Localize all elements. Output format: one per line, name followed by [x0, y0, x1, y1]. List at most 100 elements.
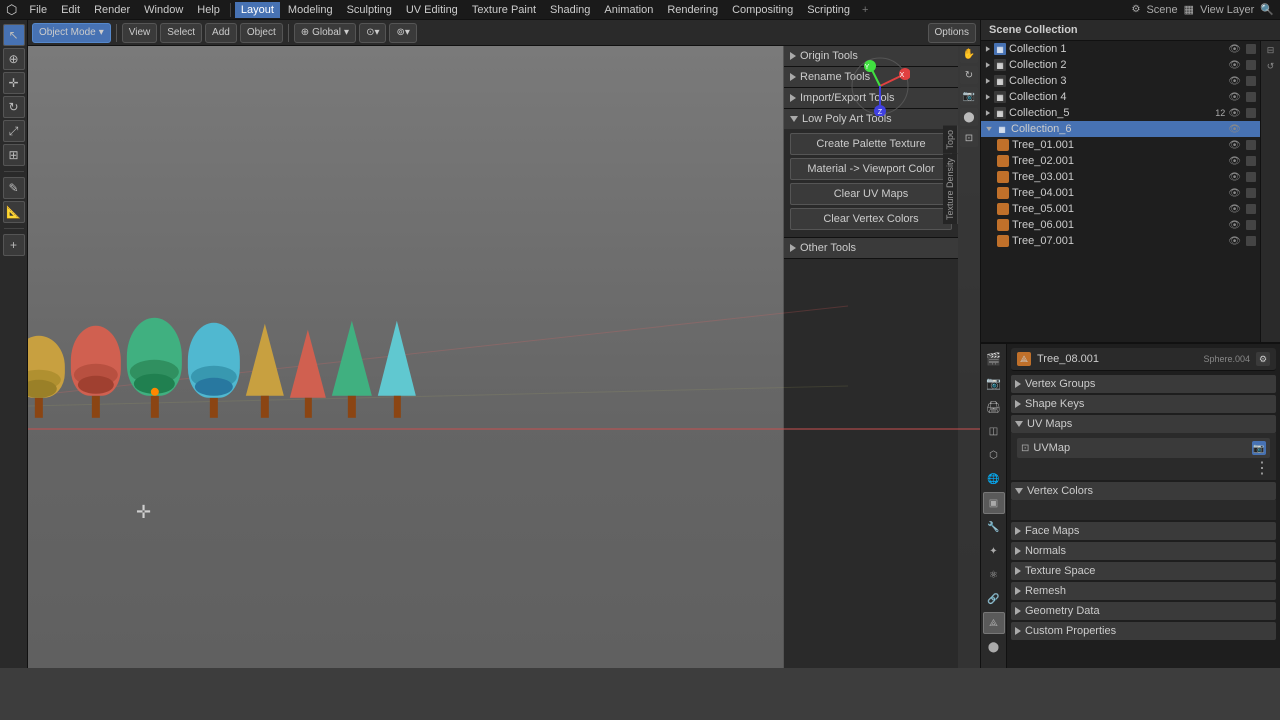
tree-7[interactable]	[127, 318, 182, 418]
menu-help[interactable]: Help	[191, 2, 226, 18]
view-menu[interactable]: View	[122, 23, 158, 43]
remesh-header[interactable]: Remesh	[1011, 582, 1276, 600]
workspace-uv-editing[interactable]: UV Editing	[400, 2, 464, 18]
measure-tool[interactable]: 📐	[3, 201, 25, 223]
tree-01-vis[interactable]: 👁	[1228, 140, 1241, 151]
move-tool[interactable]: ✛	[3, 72, 25, 94]
collection-1-item[interactable]: ▦ Collection 1 👁	[981, 41, 1260, 57]
workspace-texture-paint[interactable]: Texture Paint	[466, 2, 542, 18]
tree-06-vis[interactable]: 👁	[1228, 220, 1241, 231]
workspace-scripting[interactable]: Scripting	[801, 2, 856, 18]
viewport-orbit-btn[interactable]: ↻	[960, 66, 978, 84]
prop-tab-materials[interactable]: ⬤	[983, 636, 1005, 658]
coll-2-check[interactable]	[1246, 60, 1256, 70]
workspace-animation[interactable]: Animation	[598, 2, 659, 18]
coll-filter-btn[interactable]: ⊟	[1265, 43, 1277, 58]
prop-tab-modifiers[interactable]: 🔧	[983, 516, 1005, 538]
collection-6-item[interactable]: ▦ Collection_6 👁	[981, 121, 1260, 137]
cursor-tool[interactable]: ⊕	[3, 48, 25, 70]
tree-01-check[interactable]	[1246, 140, 1256, 150]
tree-07-vis[interactable]: 👁	[1228, 236, 1241, 247]
proportional-edit[interactable]: ⊚▾	[389, 23, 416, 43]
tree-02-check[interactable]	[1246, 156, 1256, 166]
prop-tab-view-layer[interactable]: ◫	[983, 420, 1005, 442]
annotate-tool[interactable]: ✎	[3, 177, 25, 199]
coll-3-check[interactable]	[1246, 76, 1256, 86]
menu-file[interactable]: File	[23, 2, 53, 18]
viewport-overlay-btn[interactable]: ⊡	[960, 129, 978, 147]
uv-maps-header[interactable]: UV Maps	[1011, 415, 1276, 433]
coll-2-vis[interactable]: 👁	[1228, 60, 1241, 71]
obj-settings-btn[interactable]: ⚙	[1256, 352, 1270, 366]
workspace-rendering[interactable]: Rendering	[661, 2, 724, 18]
add-tool[interactable]: +	[3, 234, 25, 256]
prop-tab-world[interactable]: 🌐	[983, 468, 1005, 490]
uv-scroll-up[interactable]: ⋮	[1017, 461, 1270, 477]
viewport-camera-btn[interactable]: 📷	[960, 87, 978, 105]
tree-06-check[interactable]	[1246, 220, 1256, 230]
vertex-colors-header[interactable]: Vertex Colors	[1011, 482, 1276, 500]
prop-tab-particles[interactable]: ✦	[983, 540, 1005, 562]
coll-5-vis[interactable]: 👁	[1228, 108, 1241, 119]
coll-3-vis[interactable]: 👁	[1228, 76, 1241, 87]
object-mode-select[interactable]: Object Mode ▾	[32, 23, 111, 43]
prop-tab-scene2[interactable]: ⬡	[983, 444, 1005, 466]
tree-04-vis[interactable]: 👁	[1228, 188, 1241, 199]
shape-keys-header[interactable]: Shape Keys	[1011, 395, 1276, 413]
workspace-modeling[interactable]: Modeling	[282, 2, 339, 18]
transform-tool[interactable]: ⊞	[3, 144, 25, 166]
coll-4-check[interactable]	[1246, 92, 1256, 102]
object-menu[interactable]: Object	[240, 23, 283, 43]
collection-3-item[interactable]: ▦ Collection 3 👁	[981, 73, 1260, 89]
workspace-layout[interactable]: Layout	[235, 2, 280, 18]
custom-properties-header[interactable]: Custom Properties	[1011, 622, 1276, 640]
coll-6-check[interactable]	[1246, 124, 1256, 134]
menu-window[interactable]: Window	[138, 2, 189, 18]
tree-02-vis[interactable]: 👁	[1228, 156, 1241, 167]
tree-03-vis[interactable]: 👁	[1228, 172, 1241, 183]
select-menu[interactable]: Select	[160, 23, 202, 43]
vertex-groups-header[interactable]: Vertex Groups	[1011, 375, 1276, 393]
uv-map-cam-btn[interactable]: 📷	[1252, 441, 1266, 455]
engine-selector[interactable]: ⚙	[1132, 4, 1141, 15]
create-palette-texture-btn[interactable]: Create Palette Texture	[790, 133, 952, 155]
obj-name-field[interactable]: Tree_08.001	[1037, 353, 1193, 365]
clear-vertex-colors-btn[interactable]: Clear Vertex Colors	[790, 208, 952, 230]
coll-4-vis[interactable]: 👁	[1228, 92, 1241, 103]
tree-05-check[interactable]	[1246, 204, 1256, 214]
prop-tab-scene[interactable]: 🎬	[983, 348, 1005, 370]
material-viewport-color-btn[interactable]: Material -> Viewport Color	[790, 158, 952, 180]
search-btn[interactable]: 🔍	[1260, 3, 1274, 16]
menu-render[interactable]: Render	[88, 2, 136, 18]
normals-header[interactable]: Normals	[1011, 542, 1276, 560]
tree-02-item[interactable]: Tree_02.001 👁	[981, 153, 1260, 169]
collection-5-item[interactable]: ▦ Collection_5 12 👁	[981, 105, 1260, 121]
blender-icon[interactable]: ⬡	[6, 2, 17, 18]
geometry-data-header[interactable]: Geometry Data	[1011, 602, 1276, 620]
transform-orientation[interactable]: ⊕ Global ▾	[294, 23, 356, 43]
menu-edit[interactable]: Edit	[55, 2, 86, 18]
coll-1-vis[interactable]: 👁	[1228, 44, 1241, 55]
tree-03-item[interactable]: Tree_03.001 👁	[981, 169, 1260, 185]
scale-tool[interactable]: ⤢	[3, 120, 25, 142]
workspace-compositing[interactable]: Compositing	[726, 2, 799, 18]
rotate-tool[interactable]: ↻	[3, 96, 25, 118]
prop-tab-render[interactable]: 📷	[983, 372, 1005, 394]
coll-sync-btn[interactable]: ↺	[1265, 59, 1277, 74]
prop-tab-constraints[interactable]: 🔗	[983, 588, 1005, 610]
viewport-3d[interactable]: Object Mode ▾ View Select Add Object ⊕ G…	[28, 20, 980, 668]
collection-4-item[interactable]: ▦ Collection 4 👁	[981, 89, 1260, 105]
tree-03-check[interactable]	[1246, 172, 1256, 182]
view-layer-name[interactable]: View Layer	[1200, 4, 1254, 16]
prop-tab-output[interactable]: 🖨	[983, 396, 1005, 418]
tree-06-item[interactable]: Tree_06.001 👁	[981, 217, 1260, 233]
tree-04-check[interactable]	[1246, 188, 1256, 198]
select-tool[interactable]: ↖	[3, 24, 25, 46]
workspace-sculpting[interactable]: Sculpting	[341, 2, 398, 18]
prop-tab-data[interactable]: ⟁	[983, 612, 1005, 634]
prop-tab-object[interactable]: ▣	[983, 492, 1005, 514]
scene-name[interactable]: Scene	[1146, 4, 1177, 16]
viewport-shading-solid[interactable]: ⬤	[960, 108, 978, 126]
nav-gizmo[interactable]: X Y Z	[850, 56, 910, 116]
texture-space-header[interactable]: Texture Space	[1011, 562, 1276, 580]
